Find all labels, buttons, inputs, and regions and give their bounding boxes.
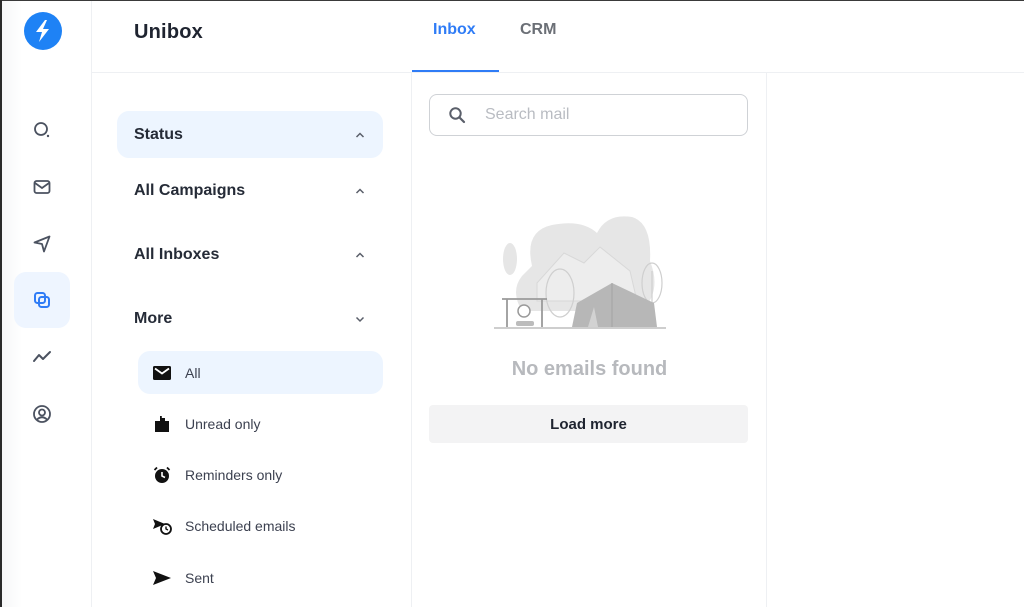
filter-item-reminders[interactable]: Reminders only xyxy=(138,453,383,496)
filter-item-scheduled[interactable]: Scheduled emails xyxy=(138,504,383,547)
filter-group-label: Status xyxy=(134,125,183,143)
mail-list-panel: No emails found Load more xyxy=(412,73,767,607)
filter-group-inboxes[interactable]: All Inboxes xyxy=(117,231,383,278)
filter-group-campaigns[interactable]: All Campaigns xyxy=(117,167,383,214)
rail-unibox-button[interactable] xyxy=(14,272,70,328)
filter-item-sent[interactable]: Sent xyxy=(138,556,383,599)
filter-item-label: Reminders only xyxy=(185,466,283,483)
email-detail-panel xyxy=(768,73,1024,607)
unread-mailbox-icon xyxy=(152,414,172,434)
load-more-button[interactable]: Load more xyxy=(429,405,748,443)
envelope-icon xyxy=(152,363,172,383)
empty-state-message: No emails found xyxy=(511,358,668,380)
chevron-down-icon xyxy=(355,316,365,322)
window-frame-top xyxy=(0,0,1024,1)
scheduled-send-icon xyxy=(152,516,172,536)
user-circle-icon xyxy=(33,405,51,423)
search-icon xyxy=(449,107,466,124)
filter-group-label: All Inboxes xyxy=(134,245,220,263)
search-icon xyxy=(34,122,50,138)
mail-icon xyxy=(33,180,51,194)
filter-item-label: Sent xyxy=(185,569,214,586)
copy-stack-icon xyxy=(34,292,50,308)
filter-item-label: Scheduled emails xyxy=(185,517,296,534)
active-tab-indicator xyxy=(412,70,499,72)
rail-account-button[interactable] xyxy=(14,386,70,442)
chevron-up-icon xyxy=(355,251,365,258)
nav-rail xyxy=(2,1,92,607)
sent-arrow-icon xyxy=(152,568,172,588)
tab-crm[interactable]: CRM xyxy=(520,21,556,39)
top-header: Unibox Inbox CRM xyxy=(92,1,1024,73)
trend-line-icon xyxy=(33,351,51,362)
search-box[interactable] xyxy=(429,94,748,136)
alarm-clock-icon xyxy=(152,465,172,485)
filter-item-label: Unread only xyxy=(185,415,261,432)
search-input[interactable] xyxy=(485,106,735,124)
filter-group-status[interactable]: Status xyxy=(117,111,383,158)
rail-send-button[interactable] xyxy=(14,216,70,272)
rail-analytics-button[interactable] xyxy=(14,329,70,385)
filter-item-all[interactable]: All xyxy=(138,351,383,394)
rail-mail-button[interactable] xyxy=(14,159,70,215)
send-icon xyxy=(33,235,51,253)
filter-item-unread[interactable]: Unread only xyxy=(138,402,383,445)
chevron-up-icon xyxy=(355,187,365,194)
page-title: Unibox xyxy=(134,21,203,43)
tab-inbox[interactable]: Inbox xyxy=(433,21,476,39)
filter-group-label: More xyxy=(134,309,173,327)
empty-state-illustration xyxy=(494,216,666,329)
window-frame-left xyxy=(0,0,2,607)
chevron-up-icon xyxy=(355,131,365,138)
rail-search-button[interactable] xyxy=(14,102,70,158)
app-logo[interactable] xyxy=(24,12,62,50)
filter-panel: Status All Campaigns All Inboxes More Al… xyxy=(92,73,412,607)
lightning-bolt-icon xyxy=(36,20,49,42)
filter-group-more[interactable]: More xyxy=(117,295,383,342)
filter-group-label: All Campaigns xyxy=(134,181,246,199)
filter-item-label: All xyxy=(185,364,201,381)
